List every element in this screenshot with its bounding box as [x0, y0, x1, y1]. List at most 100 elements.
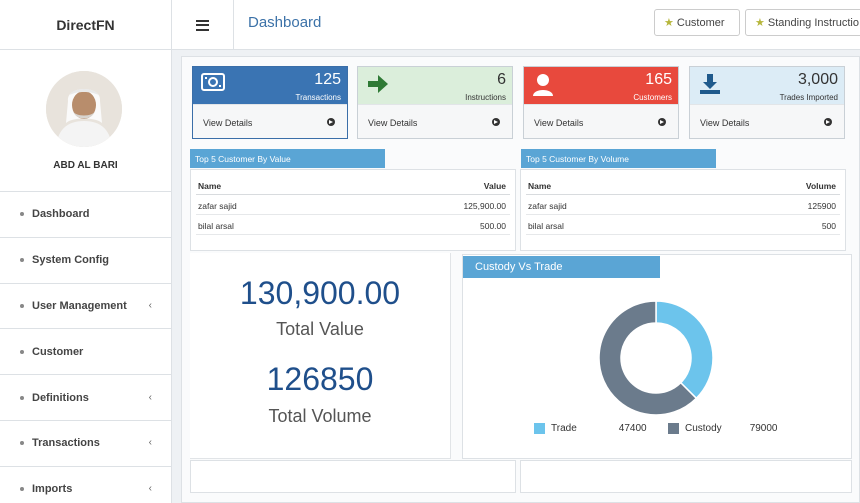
chevron-left-icon: ‹: [148, 437, 152, 449]
sidebar-item-imports[interactable]: Imports ‹: [0, 467, 171, 503]
cell-value: 125,900.00: [463, 201, 506, 211]
stat-card-trades-imported: 3,000 Trades Imported View Details: [689, 66, 845, 139]
user-profile: ABD AL BARI: [0, 50, 171, 192]
download-icon: [698, 73, 722, 100]
table-row[interactable]: zafar sajid 125900: [526, 195, 840, 215]
stat-label: Customers: [633, 93, 672, 102]
cell-volume: 500: [821, 221, 836, 231]
bottom-panel-right: [520, 460, 852, 493]
stat-label: Instructions: [465, 93, 506, 102]
view-details-link[interactable]: View Details: [358, 104, 512, 138]
brand-logo[interactable]: DirectFN: [0, 0, 172, 50]
top-bar: DirectFN Dashboard ★ Customer ★ Standing…: [0, 0, 860, 50]
stat-card-instructions: 6 Instructions View Details: [357, 66, 513, 139]
top-by-value-table: Name Value zafar sajid 125,900.00 bilal …: [190, 169, 516, 251]
stat-value: 165: [645, 71, 672, 88]
user-name: ABD AL BARI: [53, 160, 118, 171]
bullet-icon: [20, 349, 24, 354]
hamburger-icon: [196, 19, 209, 31]
legend-swatch: [668, 423, 679, 434]
view-details-link[interactable]: View Details: [193, 104, 347, 138]
sidebar-item-label: Customer: [32, 345, 84, 358]
view-details-label: View Details: [203, 118, 253, 128]
cell-name: bilal arsal: [198, 221, 234, 231]
legend-value: 47400: [618, 423, 647, 434]
arrow-circle-right-icon: [492, 118, 500, 126]
sidebar-item-label: Dashboard: [32, 208, 90, 221]
stat-label: Transactions: [295, 93, 342, 102]
cell-value: 500.00: [480, 221, 506, 231]
total-volume-label: Total Volume: [268, 406, 372, 426]
sidebar-item-label: System Config: [32, 254, 110, 267]
view-details-label: View Details: [700, 118, 750, 128]
legend-label: Custody: [685, 423, 722, 434]
bullet-icon: [20, 258, 24, 263]
stat-value: 3,000: [797, 71, 838, 88]
table-row[interactable]: zafar sajid 125,900.00: [196, 195, 510, 215]
bullet-icon: [20, 212, 24, 217]
stat-label: Trades Imported: [779, 93, 838, 102]
top-by-value-title: Top 5 Customer By Value: [190, 149, 385, 168]
customer-button[interactable]: ★ Customer: [654, 9, 740, 36]
standing-instructions-button-label: Standing Instructio: [767, 16, 859, 29]
custody-vs-trade-panel: Custody Vs Trade Trade 47400 Custody 790…: [462, 254, 852, 459]
bullet-icon: [20, 395, 24, 400]
star-icon: ★: [664, 17, 674, 29]
legend-swatch: [534, 423, 545, 434]
bullet-icon: [20, 441, 24, 446]
arrow-circle-right-icon: [824, 118, 832, 126]
bullet-icon: [20, 487, 24, 492]
table-header-row: Name Volume: [526, 175, 840, 195]
sidebar-item-transactions[interactable]: Transactions ‹: [0, 421, 171, 467]
stat-value: 125: [314, 71, 341, 88]
table-header-row: Name Value: [196, 175, 510, 195]
star-icon: ★: [755, 17, 765, 29]
user-icon: [532, 73, 554, 102]
legend-item-trade[interactable]: Trade 47400: [534, 423, 647, 434]
sidebar-item-user-management[interactable]: User Management ‹: [0, 284, 171, 330]
menu-toggle-button[interactable]: [172, 0, 234, 50]
stat-card-transactions: 125 Transactions View Details: [192, 66, 348, 139]
cell-name: zafar sajid: [198, 201, 237, 211]
sidebar-item-definitions[interactable]: Definitions ‹: [0, 375, 171, 421]
cell-volume: 125900: [807, 201, 836, 211]
column-header: Volume: [805, 181, 836, 191]
legend-value: 79000: [749, 423, 778, 434]
chevron-left-icon: ‹: [148, 391, 152, 403]
donut-chart: [598, 300, 714, 416]
money-icon: [201, 73, 225, 96]
bullet-icon: [20, 303, 24, 308]
sidebar-item-label: Imports: [32, 483, 73, 496]
legend-label: Trade: [551, 423, 577, 434]
sidebar-item-system-config[interactable]: System Config: [0, 238, 171, 284]
standing-instructions-button[interactable]: ★ Standing Instructio: [745, 9, 860, 36]
sidebar-item-customer[interactable]: Customer: [0, 329, 171, 376]
sidebar: ABD AL BARI Dashboard System Config User…: [0, 50, 172, 503]
stat-value: 6: [497, 71, 506, 88]
legend-item-custody[interactable]: Custody 79000: [668, 423, 778, 434]
chevron-left-icon: ‹: [148, 299, 152, 311]
chevron-left-icon: ‹: [148, 483, 152, 495]
stat-card-customers: 165 Customers View Details: [523, 66, 679, 139]
view-details-link[interactable]: View Details: [524, 104, 678, 138]
sidebar-item-label: Transactions: [32, 437, 100, 450]
donut-slice-trade[interactable]: [655, 300, 714, 400]
arrow-right-icon: [366, 73, 390, 100]
column-header: Name: [198, 181, 222, 191]
arrow-circle-right-icon: [658, 118, 666, 126]
total-value: 130,900.00: [239, 275, 401, 311]
column-header: Name: [528, 181, 552, 191]
table-row[interactable]: bilal arsal 500: [526, 215, 840, 235]
page-title: Dashboard: [248, 14, 322, 31]
column-header: Value: [483, 181, 506, 191]
customer-button-label: Customer: [676, 16, 725, 29]
view-details-link[interactable]: View Details: [690, 104, 844, 138]
arrow-circle-right-icon: [327, 118, 335, 126]
sidebar-item-dashboard[interactable]: Dashboard: [0, 192, 171, 238]
cell-name: bilal arsal: [528, 221, 564, 231]
sidebar-item-label: User Management: [32, 299, 127, 312]
cell-name: zafar sajid: [528, 201, 567, 211]
totals-panel: 130,900.00 Total Value 126850 Total Volu…: [190, 253, 451, 459]
table-row[interactable]: bilal arsal 500.00: [196, 215, 510, 235]
sidebar-item-label: Definitions: [32, 391, 89, 404]
